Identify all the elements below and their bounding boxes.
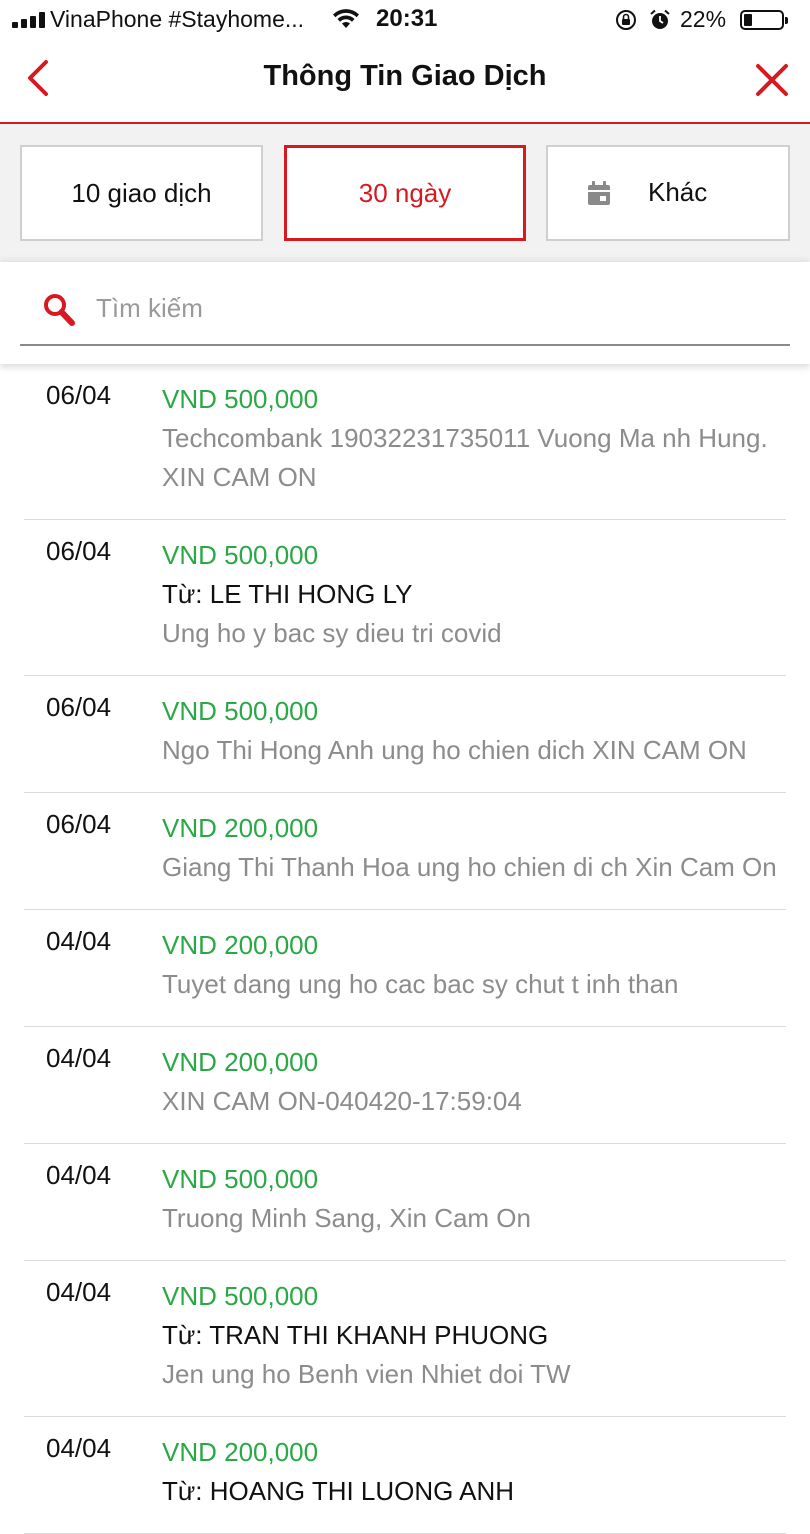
battery-icon — [740, 10, 788, 30]
status-time: 20:31 — [376, 5, 438, 32]
transaction-amount: VND 500,000 — [162, 384, 319, 414]
search-underline — [20, 344, 790, 346]
transaction-date: 06/04 — [46, 692, 112, 722]
filter-30-days[interactable]: 30 ngày — [284, 145, 526, 241]
transaction-amount: VND 500,000 — [162, 1281, 319, 1311]
transaction-date: 06/04 — [46, 380, 112, 410]
battery-percent: 22% — [680, 6, 727, 32]
cellular-signal-icon — [12, 12, 46, 28]
transaction-amount: VND 200,000 — [162, 930, 319, 960]
transaction-date: 04/04 — [46, 1277, 112, 1307]
status-bar: VinaPhone #Stayhome... 20:31 22% — [0, 0, 810, 42]
transaction-description: XIN CAM ON — [162, 462, 317, 492]
transaction-date: 04/04 — [46, 1160, 112, 1190]
transaction-sender: Từ: LE THI HONG LY — [162, 579, 413, 609]
transaction-description: Ngo Thi Hong Anh ung ho chien dich XIN C… — [162, 735, 747, 765]
transaction-amount: VND 200,000 — [162, 1437, 319, 1467]
transaction-row[interactable]: 04/04 VND 500,000 Từ: TRAN THI KHANH PHUON… — [24, 1261, 786, 1417]
transaction-description: Jen ung ho Benh vien Nhiet doi TW — [162, 1359, 571, 1389]
transaction-row[interactable]: 06/04 VND 500,000 Từ: LE THI HONG LY Ung ho… — [24, 520, 786, 676]
transaction-description: XIN CAM ON-040420-17:59:04 — [162, 1086, 522, 1116]
calendar-icon — [588, 181, 610, 205]
transaction-amount: VND 500,000 — [162, 1164, 319, 1194]
search-bar — [0, 262, 810, 364]
search-input[interactable] — [96, 288, 776, 328]
transaction-date: 04/04 — [46, 1433, 112, 1463]
transaction-amount: VND 200,000 — [162, 813, 319, 843]
transaction-sender: Từ: TRAN THI KHANH PHUONG — [162, 1320, 549, 1350]
close-icon — [756, 64, 788, 96]
header: Thông Tin Giao Dịch — [0, 42, 810, 124]
transaction-row[interactable]: 06/04 VND 500,000 Techcombank 190322317350… — [24, 364, 786, 520]
filter-bar: 10 giao dịch 30 ngày Khác — [0, 124, 810, 262]
rotation-lock-icon — [616, 10, 636, 30]
transaction-date: 06/04 — [46, 809, 112, 839]
transaction-row[interactable]: 04/04 VND 200,000 Từ: HOANG THI LUONG ANH — [24, 1417, 786, 1534]
transaction-list: 06/04 VND 500,000 Techcombank 190322317350… — [0, 364, 810, 1534]
transaction-row[interactable]: 06/04 VND 500,000 Ngo Thi Hong Anh ung ho … — [24, 676, 786, 793]
transaction-amount: VND 500,000 — [162, 696, 319, 726]
transaction-amount: VND 500,000 — [162, 540, 319, 570]
transaction-description: Giang Thi Thanh Hoa ung ho chien di ch X… — [162, 852, 777, 882]
transaction-description: Ung ho y bac sy dieu tri covid — [162, 618, 502, 648]
transaction-amount: VND 200,000 — [162, 1047, 319, 1077]
transaction-sender: Từ: HOANG THI LUONG ANH — [162, 1476, 515, 1506]
alarm-icon — [650, 9, 670, 29]
transaction-row[interactable]: 04/04 VND 200,000 Tuyet dang ung ho cac ba… — [24, 910, 786, 1027]
carrier-name: VinaPhone #Stayhome... — [50, 6, 305, 32]
filter-label: 10 giao dịch — [71, 177, 212, 208]
transaction-row[interactable]: 06/04 VND 200,000 Giang Thi Thanh Hoa ung … — [24, 793, 786, 910]
close-button[interactable] — [752, 60, 792, 100]
filter-10-transactions[interactable]: 10 giao dịch — [20, 145, 263, 241]
transaction-description: Truong Minh Sang, Xin Cam On — [162, 1203, 531, 1233]
search-icon — [44, 294, 75, 326]
transaction-description: Techcombank 19032231735011 Vuong Ma nh H… — [162, 423, 768, 453]
transaction-date: 04/04 — [46, 926, 112, 956]
transaction-date: 06/04 — [46, 536, 112, 566]
filter-label: 30 ngày — [358, 177, 452, 208]
page-title: Thông Tin Giao Dịch — [263, 60, 547, 92]
filter-label: Khác — [648, 177, 708, 207]
filter-other[interactable]: Khác — [546, 145, 790, 241]
transaction-row[interactable]: 04/04 VND 500,000 Truong Minh Sang, Xin Ca… — [24, 1144, 786, 1261]
transaction-row[interactable]: 04/04 VND 200,000 XIN CAM ON-040420-17:59:… — [24, 1027, 786, 1144]
transaction-date: 04/04 — [46, 1043, 112, 1073]
transaction-description: Tuyet dang ung ho cac bac sy chut t inh … — [162, 969, 679, 999]
wifi-icon — [333, 9, 359, 28]
